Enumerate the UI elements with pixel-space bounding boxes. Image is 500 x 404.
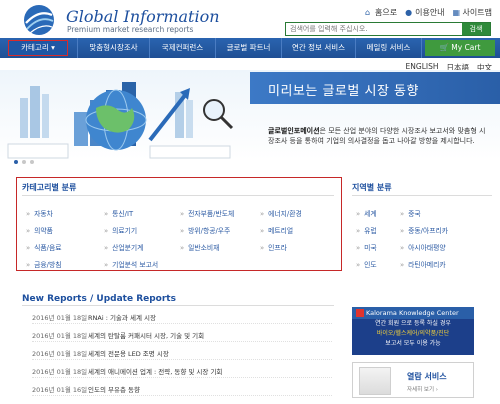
report-title[interactable]: 세계의 애니메이션 업계 : 전략, 동향 및 시장 기회 [88, 366, 222, 377]
sitemap-link[interactable]: ▦ 사이트맵 [453, 7, 492, 18]
report-date: 2016년 01월 16일 [32, 386, 88, 394]
region-link[interactable]: 아시아태평양 [400, 242, 446, 252]
banner-desc-company: 글로벌인포메이션 [268, 127, 320, 135]
category-link[interactable]: 기업분석 보고서 [104, 259, 158, 269]
banner-dot-1[interactable] [14, 160, 18, 164]
nav-item-mailing[interactable]: 메일링 서비스 [356, 38, 422, 58]
category-link[interactable]: 방위/항공/우주 [180, 225, 230, 235]
banner-dot-3[interactable] [30, 160, 34, 164]
kalorama-line-3: 보고서 모두 이용 가능 [385, 340, 441, 347]
banner-dot-2[interactable] [22, 160, 26, 164]
nav-item-annual-service[interactable]: 연간 정보 서비스 [282, 38, 356, 58]
search-button[interactable]: 검색 [462, 23, 490, 35]
report-row[interactable]: 2016년 01월 18일 RNAi : 기술과 세계 시장 [32, 312, 332, 324]
banner-globe-illustration [7, 82, 234, 159]
logo-title: Global Information [66, 7, 220, 26]
nav-item-custom-research[interactable]: 맞춤형시장조사 [78, 38, 150, 58]
home-link-label: 홈으로 [375, 8, 398, 17]
report-date: 2016년 01월 18일 [32, 368, 88, 376]
info-icon: ● [405, 7, 413, 17]
region-panel-title: 지역별 분류 [352, 183, 392, 192]
home-link[interactable]: ⌂ 홈으로 [365, 7, 397, 18]
cart-label: My Cart [451, 43, 481, 52]
category-divider [22, 195, 334, 196]
region-link[interactable]: 중국 [400, 208, 421, 218]
region-link[interactable]: 유럽 [356, 225, 377, 235]
logo[interactable]: Global Information Premium market resear… [22, 3, 232, 37]
report-row[interactable]: 2016년 01월 16일 인도의 부유층 동향 [32, 384, 332, 396]
page: Global Information Premium market resear… [0, 0, 500, 404]
nav-item-conference[interactable]: 국제컨퍼런스 [150, 38, 216, 58]
category-link[interactable]: 메트리얼 [260, 225, 293, 235]
header: Global Information Premium market resear… [0, 0, 500, 38]
service-more-link[interactable]: 자세히 보기 › [407, 385, 438, 393]
banner-description: 글로벌인포메이션은 모든 산업 분야의 다양한 시장조사 보고서와 맞춤형 시장… [268, 126, 490, 146]
guide-link[interactable]: ● 이용안내 [405, 7, 444, 18]
report-row[interactable]: 2016년 01월 18일 세계의 탄탈룸 커패시터 시장, 기술 및 기회 [32, 330, 332, 342]
service-title: 열람 서비스 [407, 372, 447, 381]
category-link[interactable]: 의료기기 [104, 225, 137, 235]
kalorama-ad[interactable]: Kalorama Knowledge Center 연간 회원 으로 등록 하실… [352, 307, 474, 355]
category-link[interactable]: 통신/IT [104, 208, 133, 218]
report-title[interactable]: 세계의 전문용 LED 조명 시장 [88, 348, 169, 359]
kalorama-line-1: 연간 회원 으로 등록 하실 경우 [375, 320, 451, 327]
search-input[interactable] [286, 23, 462, 35]
top-links: ⌂ 홈으로 ● 이용안내 ▦ 사이트맵 [365, 7, 492, 18]
report-title[interactable]: 세계의 탄탈룸 커패시터 시장, 기술 및 기회 [88, 330, 204, 341]
report-date: 2016년 01월 18일 [32, 314, 88, 322]
reading-service-ad[interactable]: 열람 서비스 자세히 보기 › [352, 362, 474, 398]
category-link[interactable]: 전자부품/반도체 [180, 208, 234, 218]
region-link[interactable]: 미국 [356, 242, 377, 252]
category-link[interactable]: 인프라 [260, 242, 287, 252]
logo-globe-icon [24, 5, 54, 35]
new-reports-divider [22, 305, 334, 306]
home-icon: ⌂ [365, 7, 371, 17]
kalorama-title: Kalorama Knowledge Center [352, 307, 474, 319]
sitemap-icon: ▦ [452, 7, 461, 17]
banner-title: 미리보는 글로벌 시장 동향 [268, 84, 419, 99]
report-date: 2016년 01월 18일 [32, 332, 88, 340]
category-link[interactable]: 자동차 [26, 208, 53, 218]
category-link[interactable]: 산업분기계 [104, 242, 143, 252]
category-link[interactable]: 일반소비재 [180, 242, 219, 252]
region-link[interactable]: 중동/아프리카 [400, 225, 448, 235]
logo-subtitle: Premium market research reports [67, 25, 194, 34]
report-date: 2016년 01월 18일 [32, 350, 88, 358]
cart-button[interactable]: 🛒 My Cart [425, 40, 495, 56]
category-panel-title: 카테고리별 분류 [22, 183, 77, 192]
guide-link-label: 이용안내 [415, 8, 445, 17]
category-link[interactable]: 금융/방침 [26, 259, 61, 269]
region-link[interactable]: 인도 [356, 259, 377, 269]
region-divider [352, 195, 492, 196]
report-books-image [359, 367, 391, 395]
new-reports-title: New Reports / Update Reports [22, 294, 176, 304]
category-link[interactable]: 의약품 [26, 225, 53, 235]
region-link[interactable]: 라틴아메리카 [400, 259, 446, 269]
kalorama-line-2: 바이오/헬스케어/의약품/진단 [376, 330, 450, 337]
search-bar: 검색 [285, 22, 491, 36]
nav-item-partner[interactable]: 글로벌 파트너 [216, 38, 282, 58]
region-link[interactable]: 세계 [356, 208, 377, 218]
report-row[interactable]: 2016년 01월 18일 세계의 전문용 LED 조명 시장 [32, 348, 332, 360]
sitemap-link-label: 사이트맵 [462, 8, 492, 17]
category-dropdown[interactable]: 카테고리 ▾ [8, 40, 68, 56]
category-link[interactable]: 식품/음료 [26, 242, 61, 252]
report-title[interactable]: RNAi : 기술과 세계 시장 [88, 312, 156, 323]
report-title[interactable]: 인도의 부유층 동향 [88, 384, 140, 395]
banner-pager [14, 160, 34, 164]
category-link[interactable]: 에너지/환경 [260, 208, 302, 218]
report-row[interactable]: 2016년 01월 18일 세계의 애니메이션 업계 : 전략, 동향 및 시장… [32, 366, 332, 378]
cart-icon: 🛒 [439, 43, 449, 52]
